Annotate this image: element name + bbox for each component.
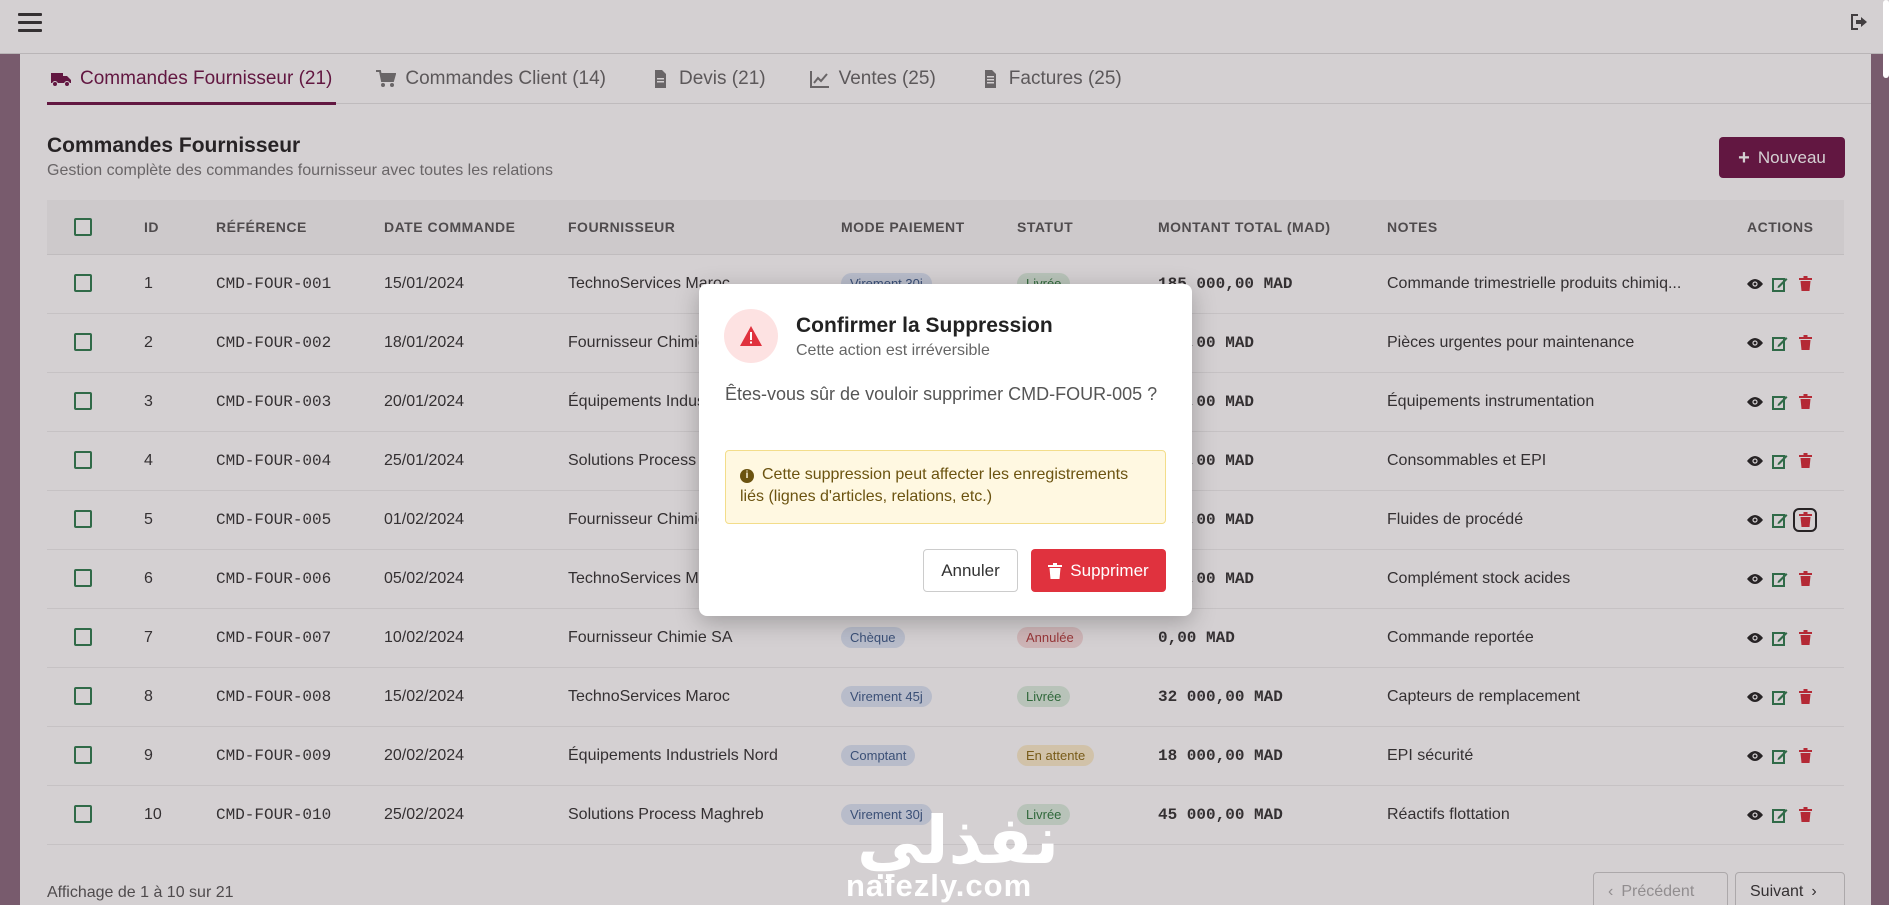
warning-text: Cette suppression peut affecter les enre…: [740, 466, 1129, 505]
cancel-button[interactable]: Annuler: [923, 549, 1018, 592]
watermark-text: nafezly.com: [846, 868, 1033, 903]
warning-alert: i Cette suppression peut affecter les enr…: [725, 450, 1166, 524]
dialog-subtitle: Cette action est irréversible: [796, 342, 990, 359]
warning-icon: [724, 309, 778, 363]
confirm-delete-dialog: Confirmer la Suppression Cette action es…: [699, 284, 1192, 616]
dialog-message: Êtes-vous sûr de vouloir supprimer CMD-F…: [725, 384, 1158, 404]
info-icon: i: [740, 469, 754, 483]
dialog-title: Confirmer la Suppression: [796, 314, 1053, 337]
scrollbar[interactable]: [1883, 0, 1889, 78]
trash-icon: [1048, 562, 1063, 579]
confirm-delete-button[interactable]: Supprimer: [1031, 549, 1166, 592]
confirm-delete-label: Supprimer: [1070, 560, 1149, 580]
